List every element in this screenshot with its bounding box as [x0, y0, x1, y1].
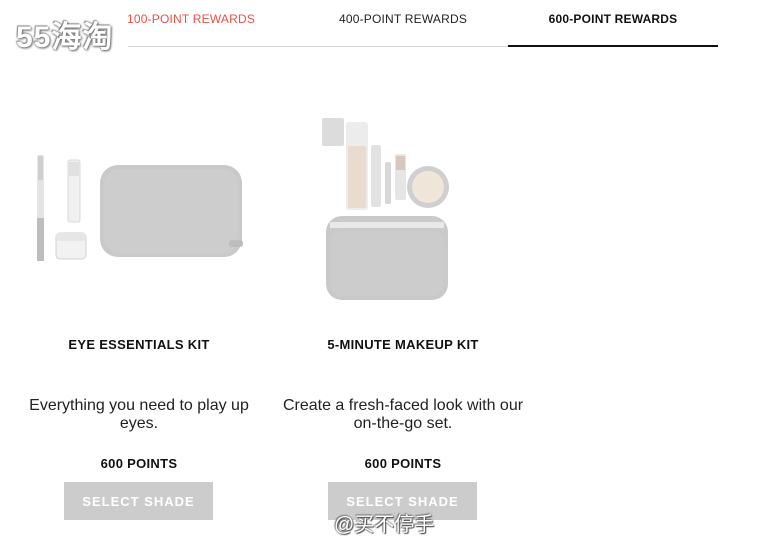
active-tab-underline [508, 45, 718, 47]
watermark-logo: 55海淘 [16, 21, 114, 54]
rewards-tabs: 100-POINT REWARDS 400-POINT REWARDS 600-… [0, 0, 772, 47]
product-points: 600 POINTS [364, 456, 442, 471]
tab-100-point-rewards[interactable]: 100-POINT REWARDS [86, 0, 296, 46]
eye-essentials-kit-image [37, 155, 243, 261]
tab-600-point-rewards[interactable]: 600-POINT REWARDS [508, 0, 718, 47]
product-description: Create a fresh-faced look with our on-th… [282, 397, 524, 432]
watermark-text: @买不停手 [334, 514, 435, 536]
select-shade-button[interactable]: SELECT SHADE [64, 482, 213, 520]
tab-600-label: 600-POINT REWARDS [548, 12, 678, 26]
product-points: 600 POINTS [100, 456, 178, 471]
tab-400-point-rewards[interactable]: 400-POINT REWARDS [298, 0, 508, 46]
5-minute-makeup-kit-image [322, 118, 449, 300]
product-title: 5-MINUTE MAKEUP KIT [327, 337, 479, 352]
product-title: EYE ESSENTIALS KIT [68, 337, 210, 352]
product-description: Everything you need to play up eyes. [29, 397, 249, 432]
